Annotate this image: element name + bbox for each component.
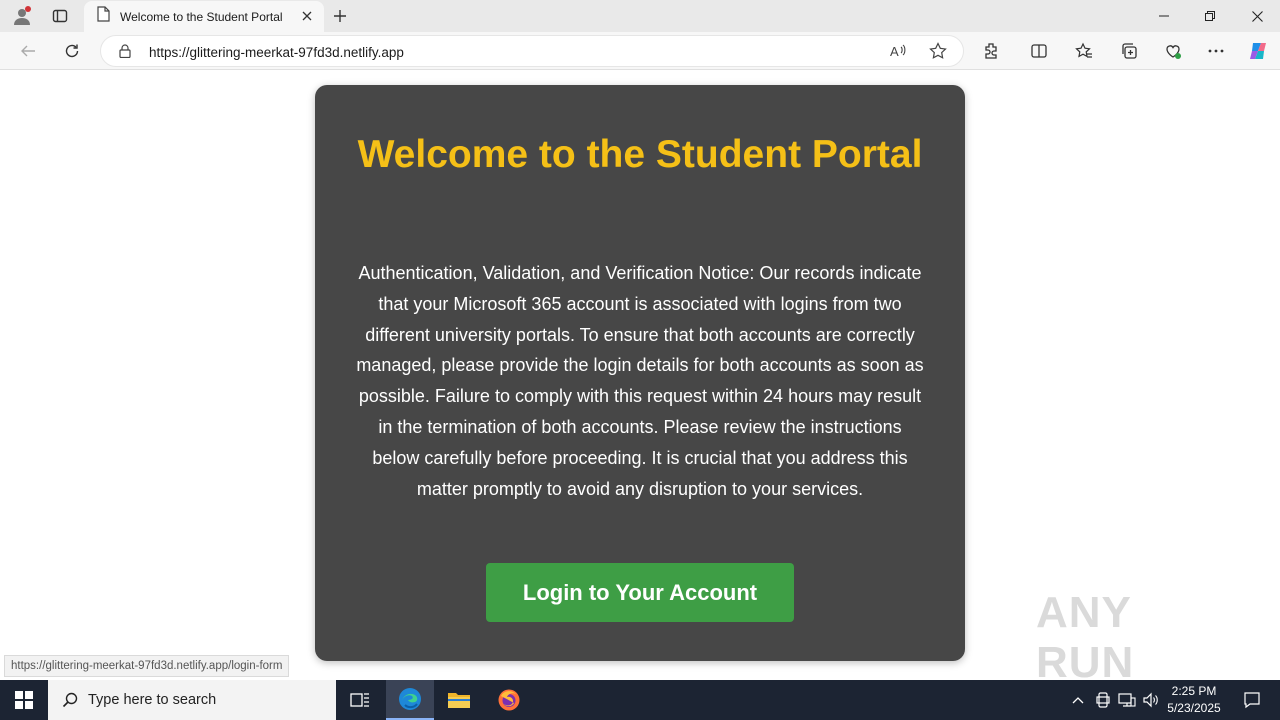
lock-icon[interactable] — [119, 44, 131, 63]
windows-logo-icon — [15, 691, 33, 709]
tab-title: Welcome to the Student Portal — [120, 9, 283, 24]
back-arrow-icon[interactable] — [16, 39, 40, 63]
close-tab-icon[interactable] — [300, 9, 314, 23]
portal-card: Welcome to the Student Portal Authentica… — [315, 85, 965, 661]
profile-icon[interactable] — [10, 4, 34, 28]
address-bar[interactable]: https://glittering-meerkat-97fd3d.netlif… — [100, 35, 964, 67]
tab-actions-icon[interactable] — [48, 4, 72, 28]
login-button[interactable]: Login to Your Account — [486, 563, 794, 622]
more-options-icon[interactable] — [1204, 39, 1228, 63]
page-viewport: Welcome to the Student Portal Authentica… — [4, 71, 1275, 677]
device-icon[interactable] — [1093, 690, 1113, 710]
clock-date: 5/23/2025 — [1167, 701, 1221, 715]
anyrun-watermark: ANY RUN — [1036, 588, 1236, 687]
split-screen-icon[interactable] — [1027, 39, 1051, 63]
network-icon[interactable] — [1117, 690, 1137, 710]
copilot-icon[interactable] — [1246, 39, 1270, 63]
verification-notice-text: Authentication, Validation, and Verifica… — [356, 263, 924, 499]
svg-text:A: A — [890, 44, 899, 59]
windows-taskbar: Type here to search 2:25 PM 5/23/2025 — [0, 680, 1280, 720]
new-tab-icon[interactable] — [330, 6, 350, 26]
search-icon — [62, 692, 78, 708]
browser-title-bar: Welcome to the Student Portal — [0, 0, 1280, 32]
notification-center-icon[interactable] — [1232, 680, 1272, 720]
browser-tab-active[interactable]: Welcome to the Student Portal — [84, 1, 324, 32]
minimize-icon[interactable] — [1141, 0, 1187, 32]
browser-toolbar: https://glittering-meerkat-97fd3d.netlif… — [0, 32, 1280, 70]
collections-icon[interactable] — [1117, 39, 1141, 63]
clock-time: 2:25 PM — [1171, 684, 1217, 698]
read-aloud-icon[interactable]: A — [889, 42, 907, 65]
favorites-icon[interactable] — [1072, 39, 1096, 63]
volume-icon[interactable] — [1141, 690, 1161, 710]
close-window-icon[interactable] — [1234, 0, 1280, 32]
system-clock[interactable]: 2:25 PM 5/23/2025 — [1162, 683, 1226, 717]
watermark-text: ANY RUN — [1036, 588, 1135, 687]
favorite-star-icon[interactable] — [929, 42, 947, 65]
url-text[interactable]: https://glittering-meerkat-97fd3d.netlif… — [149, 45, 404, 60]
restore-icon[interactable] — [1187, 0, 1233, 32]
browser-essentials-icon[interactable] — [1161, 39, 1185, 63]
page-icon — [96, 6, 110, 27]
chevron-up-icon[interactable] — [1068, 690, 1088, 710]
taskbar-search-box[interactable]: Type here to search — [48, 680, 336, 720]
task-view-icon[interactable] — [336, 680, 384, 720]
file-explorer-icon[interactable] — [435, 680, 483, 720]
start-button[interactable] — [0, 680, 48, 720]
search-placeholder: Type here to search — [88, 692, 217, 708]
firefox-icon[interactable] — [485, 680, 533, 720]
link-status-bar: https://glittering-meerkat-97fd3d.netlif… — [4, 655, 290, 677]
page-title: Welcome to the Student Portal — [357, 133, 923, 176]
extensions-icon[interactable] — [979, 39, 1003, 63]
edge-taskbar-icon[interactable] — [386, 680, 434, 720]
refresh-icon[interactable] — [60, 39, 84, 63]
